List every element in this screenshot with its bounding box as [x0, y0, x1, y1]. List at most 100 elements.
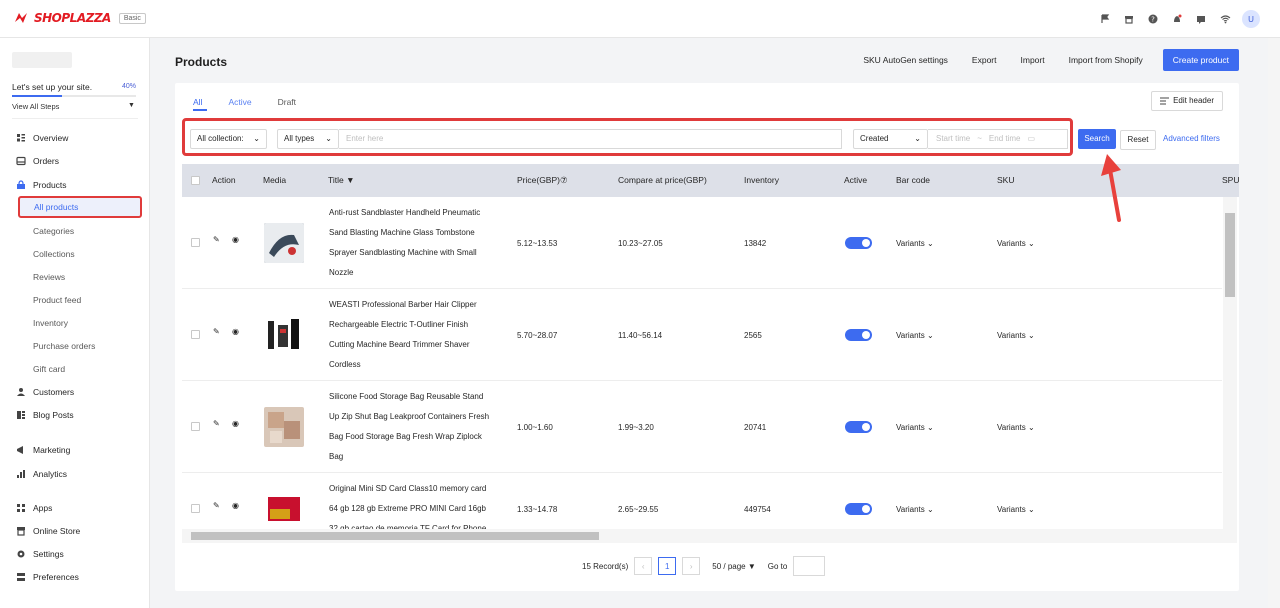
search-input[interactable]: Enter here — [339, 129, 842, 149]
import-from-shopify-button[interactable]: Import from Shopify — [1057, 49, 1155, 71]
active-toggle[interactable] — [845, 503, 872, 515]
row-checkbox[interactable] — [191, 238, 200, 247]
sidebar-subitem-gift-card[interactable]: Gift card — [33, 364, 65, 374]
collection-select[interactable]: All collection: ⌄ — [190, 129, 267, 149]
sidebar-subitem-product-feed[interactable]: Product feed — [33, 295, 81, 305]
logo[interactable]: SHOPLAZZA Basic — [14, 11, 146, 25]
edit-icon[interactable]: ✎ — [213, 235, 220, 244]
product-title[interactable]: Silicone Food Storage Bag Reusable Stand… — [329, 387, 504, 467]
sidebar-item-label: Blog Posts — [33, 410, 74, 420]
barcode-variants-dropdown[interactable]: Variants ⌄ — [896, 239, 934, 248]
sidebar-subitem-categories[interactable]: Categories — [33, 226, 74, 236]
sidebar-subitem-collections[interactable]: Collections — [33, 249, 75, 259]
date-range-picker[interactable]: Start time ~ End time ▭ — [928, 129, 1068, 149]
sidebar-subitem-reviews[interactable]: Reviews — [33, 272, 65, 282]
sidebar-item-apps[interactable]: Apps — [16, 503, 52, 513]
sort-select[interactable]: Created ⌄ — [853, 129, 928, 149]
store-icon[interactable] — [1122, 12, 1136, 26]
column-title[interactable]: Title ▼ — [328, 175, 355, 185]
edit-icon[interactable]: ✎ — [213, 327, 220, 336]
search-button[interactable]: Search — [1078, 129, 1116, 149]
view-icon[interactable]: ◉ — [232, 327, 239, 336]
table-vertical-scrollbar[interactable] — [1223, 197, 1237, 543]
sku-variants-dropdown[interactable]: Variants ⌄ — [997, 331, 1035, 340]
column-compare-price[interactable]: Compare at price(GBP) — [618, 175, 707, 185]
view-icon[interactable]: ◉ — [232, 501, 239, 510]
active-toggle[interactable] — [845, 329, 872, 341]
edit-icon[interactable]: ✎ — [213, 419, 220, 428]
table-horizontal-scrollbar[interactable] — [182, 529, 1223, 543]
product-title[interactable]: Anti-rust Sandblaster Handheld Pneumatic… — [329, 203, 504, 283]
column-inventory[interactable]: Inventory — [744, 175, 779, 185]
sidebar-item-label: Products — [33, 180, 67, 190]
message-icon[interactable] — [1194, 12, 1208, 26]
sidebar-item-products[interactable]: Products — [16, 180, 67, 190]
export-button[interactable]: Export — [960, 49, 1009, 71]
sku-variants-dropdown[interactable]: Variants ⌄ — [997, 423, 1035, 432]
sidebar-item-overview[interactable]: Overview — [16, 133, 68, 143]
table-row[interactable]: ✎ ◉ Silicone Food Storage Bag Reusable S… — [182, 381, 1222, 473]
row-checkbox[interactable] — [191, 504, 200, 513]
table-row[interactable]: ✎ ◉ WEASTI Professional Barber Hair Clip… — [182, 289, 1222, 381]
scrollbar-thumb[interactable] — [191, 532, 599, 540]
next-page-button[interactable]: › — [682, 557, 701, 575]
start-time-field[interactable]: Start time — [936, 130, 970, 148]
advanced-filters-link[interactable]: Advanced filters — [1163, 134, 1220, 143]
sidebar-item-analytics[interactable]: Analytics — [16, 469, 67, 479]
price-cell: 1.00~1.60 — [517, 423, 553, 432]
product-title[interactable]: WEASTI Professional Barber Hair Clipper … — [329, 295, 504, 375]
view-icon[interactable]: ◉ — [232, 235, 239, 244]
prev-page-button[interactable]: ‹ — [634, 557, 653, 575]
sidebar-subitem-purchase-orders[interactable]: Purchase orders — [33, 341, 95, 351]
active-toggle[interactable] — [845, 421, 872, 433]
edit-header-button[interactable]: Edit header — [1151, 91, 1223, 111]
type-select[interactable]: All types ⌄ — [277, 129, 339, 149]
flag-icon[interactable] — [1098, 12, 1112, 26]
tab-all[interactable]: All — [193, 97, 202, 107]
edit-icon[interactable]: ✎ — [213, 501, 220, 510]
sku-variants-dropdown[interactable]: Variants ⌄ — [997, 239, 1035, 248]
table-row[interactable]: ✎ ◉ Anti-rust Sandblaster Handheld Pneum… — [182, 197, 1222, 289]
row-checkbox[interactable] — [191, 422, 200, 431]
row-checkbox[interactable] — [191, 330, 200, 339]
sidebar-item-customers[interactable]: Customers — [16, 387, 74, 397]
sidebar-item-marketing[interactable]: Marketing — [16, 445, 70, 455]
view-all-steps[interactable]: View All Steps — [12, 102, 59, 111]
view-icon[interactable]: ◉ — [232, 419, 239, 428]
barcode-variants-dropdown[interactable]: Variants ⌄ — [896, 331, 934, 340]
end-time-field[interactable]: End time — [989, 130, 1021, 148]
table-row[interactable]: ✎ ◉ Original Mini SD Card Class10 memory… — [182, 473, 1222, 529]
active-toggle[interactable] — [845, 237, 872, 249]
tab-active[interactable]: Active — [228, 97, 251, 107]
sidebar-item-orders[interactable]: Orders — [16, 156, 59, 166]
import-button[interactable]: Import — [1009, 49, 1057, 71]
bell-icon[interactable] — [1170, 12, 1184, 26]
overview-icon — [16, 133, 26, 143]
help-icon[interactable]: ? — [1146, 12, 1160, 26]
goto-page-input[interactable] — [793, 556, 826, 576]
sidebar-item-preferences[interactable]: Preferences — [16, 572, 79, 582]
sidebar-item-settings[interactable]: Settings — [16, 549, 64, 559]
reset-button[interactable]: Reset — [1120, 130, 1156, 150]
caret-down-icon[interactable]: ▼ — [128, 102, 135, 109]
sidebar-item-blog-posts[interactable]: Blog Posts — [16, 410, 74, 420]
barcode-variants-dropdown[interactable]: Variants ⌄ — [896, 505, 934, 514]
sidebar-subitem-all-products[interactable]: All products — [18, 196, 142, 218]
avatar[interactable]: U — [1242, 10, 1260, 28]
sidebar-item-online-store[interactable]: Online Store — [16, 526, 80, 536]
column-price[interactable]: Price(GBP)⑦ — [517, 175, 568, 186]
current-page-button[interactable]: 1 — [658, 557, 677, 575]
sku-variants-dropdown[interactable]: Variants ⌄ — [997, 505, 1035, 514]
product-title[interactable]: Original Mini SD Card Class10 memory car… — [329, 479, 504, 529]
page-scrollbar[interactable] — [1268, 38, 1280, 608]
column-barcode: Bar code — [896, 175, 931, 185]
select-all-checkbox[interactable] — [191, 176, 200, 185]
create-product-button[interactable]: Create product — [1162, 49, 1239, 71]
page-size-select[interactable]: 50 / page ▼ — [712, 562, 756, 571]
tab-draft[interactable]: Draft — [278, 97, 296, 107]
barcode-variants-dropdown[interactable]: Variants ⌄ — [896, 423, 934, 432]
sku-autogen-settings-button[interactable]: SKU AutoGen settings — [851, 49, 960, 71]
scrollbar-thumb[interactable] — [1225, 213, 1235, 297]
sidebar-subitem-inventory[interactable]: Inventory — [33, 318, 68, 328]
wifi-icon[interactable] — [1218, 12, 1232, 26]
